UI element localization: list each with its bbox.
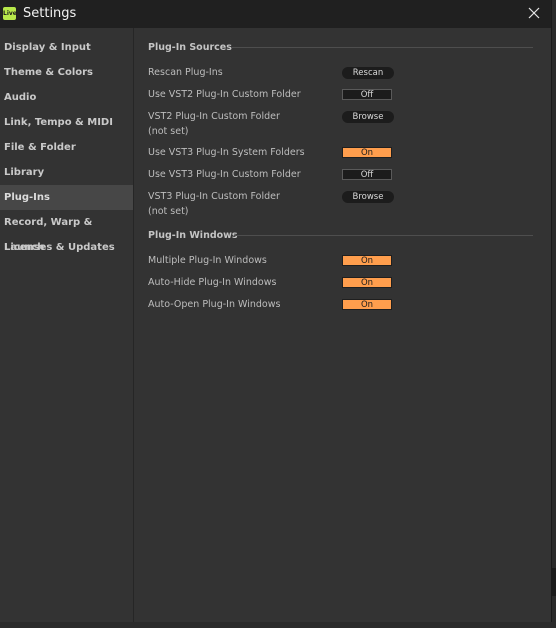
settings-sidebar: Display & Input Theme & Colors Audio Lin…	[0, 28, 134, 622]
use-vst3-custom-folder-label: Use VST3 Plug-In Custom Folder	[148, 169, 301, 180]
settings-window: Live Settings Display & Input Theme & Co…	[0, 0, 552, 622]
sidebar-item-record-warp-launch[interactable]: Record, Warp & Launch	[0, 210, 133, 253]
sidebar-item-link-tempo-midi[interactable]: Link, Tempo & MIDI	[0, 110, 133, 135]
sidebar-item-file-folder[interactable]: File & Folder	[0, 135, 133, 160]
sidebar-item-audio[interactable]: Audio	[0, 85, 133, 110]
use-vst2-custom-folder-label: Use VST2 Plug-In Custom Folder	[148, 89, 301, 100]
section-title-plugin-sources: Plug-In Sources	[148, 42, 232, 53]
settings-main-panel: Plug-In Sources Rescan Plug-Ins Rescan U…	[134, 28, 551, 622]
use-vst3-system-folders-label: Use VST3 Plug-In System Folders	[148, 147, 305, 158]
use-vst3-system-folders-toggle[interactable]: On	[342, 147, 392, 158]
rescan-plugins-label: Rescan Plug-Ins	[148, 67, 223, 78]
auto-hide-plugin-windows-toggle[interactable]: On	[342, 277, 392, 288]
vst3-custom-folder-path: (not set)	[148, 206, 189, 217]
vst2-browse-button[interactable]: Browse	[342, 111, 394, 123]
window-title: Settings	[23, 6, 77, 21]
app-logo-icon: Live	[3, 7, 17, 20]
multiple-plugin-windows-toggle[interactable]: On	[342, 255, 392, 266]
auto-open-plugin-windows-toggle[interactable]: On	[342, 299, 392, 310]
sidebar-item-theme-colors[interactable]: Theme & Colors	[0, 60, 133, 85]
multiple-plugin-windows-label: Multiple Plug-In Windows	[148, 255, 267, 266]
close-icon	[528, 7, 540, 19]
vst3-custom-folder-label: VST3 Plug-In Custom Folder	[148, 191, 280, 202]
auto-open-plugin-windows-label: Auto-Open Plug-In Windows	[148, 299, 281, 310]
vst2-custom-folder-label: VST2 Plug-In Custom Folder	[148, 111, 280, 122]
background-desktop-bottom	[0, 622, 556, 628]
section-title-plugin-windows: Plug-In Windows	[148, 230, 238, 241]
auto-hide-plugin-windows-label: Auto-Hide Plug-In Windows	[148, 277, 277, 288]
sidebar-item-licenses-updates[interactable]: Licenses & Updates	[0, 235, 133, 260]
section-divider	[231, 47, 533, 48]
vst2-custom-folder-path: (not set)	[148, 126, 189, 137]
use-vst2-custom-folder-toggle[interactable]: Off	[342, 89, 392, 100]
sidebar-item-plug-ins[interactable]: Plug-Ins	[0, 185, 133, 210]
sidebar-item-library[interactable]: Library	[0, 160, 133, 185]
use-vst3-custom-folder-toggle[interactable]: Off	[342, 169, 392, 180]
sidebar-item-display-input[interactable]: Display & Input	[0, 35, 133, 60]
vst3-browse-button[interactable]: Browse	[342, 191, 394, 203]
title-bar[interactable]: Live Settings	[0, 0, 551, 28]
close-button[interactable]	[522, 2, 546, 24]
rescan-button[interactable]: Rescan	[342, 67, 394, 79]
section-divider	[234, 235, 533, 236]
